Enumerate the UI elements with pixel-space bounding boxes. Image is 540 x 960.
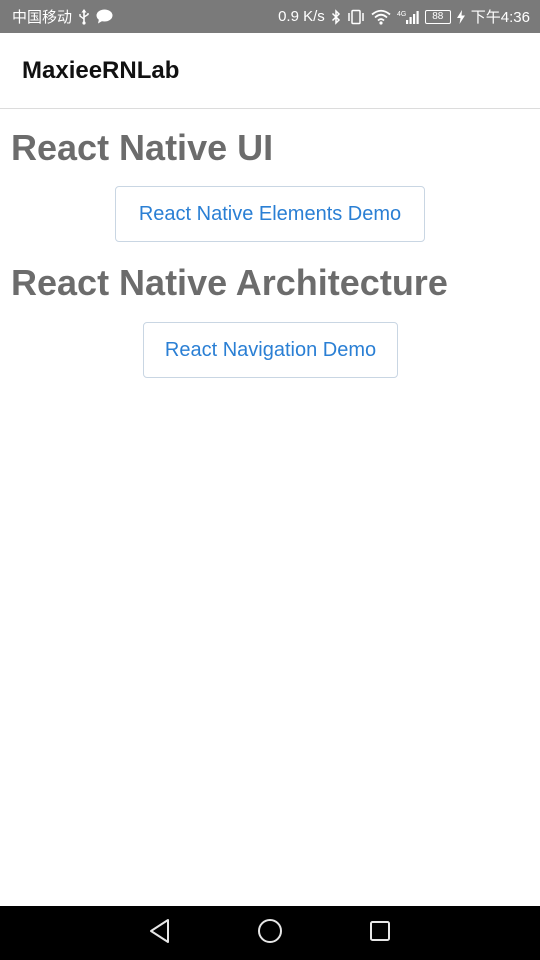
app-title: MaxieeRNLab: [22, 56, 180, 84]
status-left: 中国移动: [12, 6, 113, 27]
vibrate-icon: [347, 9, 365, 25]
wifi-icon: [371, 9, 391, 25]
react-native-elements-demo-button[interactable]: React Native Elements Demo: [115, 186, 425, 242]
charging-bolt-icon: [456, 9, 465, 24]
recents-square-icon: [369, 920, 391, 947]
battery-indicator: 88: [424, 9, 451, 24]
app-header: MaxieeRNLab: [0, 33, 540, 109]
app-screen: 中国移动 0.9 K/s 4G 88 下午4:36 MaxieeRNLab Re…: [0, 0, 540, 960]
system-nav-bar: [0, 906, 540, 960]
network-speed: 0.9 K/s: [278, 8, 325, 25]
react-navigation-demo-button[interactable]: React Navigation Demo: [143, 322, 398, 378]
signal-icon: 4G: [397, 9, 419, 25]
back-button[interactable]: [133, 906, 187, 960]
heading-react-native-ui: React Native UI: [11, 127, 274, 168]
status-time: 下午4:36: [470, 9, 530, 26]
home-circle-icon: [257, 918, 283, 949]
bluetooth-icon: [331, 8, 341, 25]
status-bar: 中国移动 0.9 K/s 4G 88 下午4:36: [0, 0, 540, 33]
usb-icon: [78, 8, 90, 25]
chat-bubble-icon: [96, 9, 113, 24]
recents-button[interactable]: [353, 906, 407, 960]
carrier-name: 中国移动: [12, 9, 73, 26]
heading-react-native-architecture: React Native Architecture: [11, 262, 448, 303]
home-button[interactable]: [243, 906, 297, 960]
svg-text:4G: 4G: [397, 11, 406, 18]
back-triangle-icon: [148, 918, 172, 949]
status-right: 0.9 K/s 4G 88 下午4:36: [278, 6, 530, 27]
